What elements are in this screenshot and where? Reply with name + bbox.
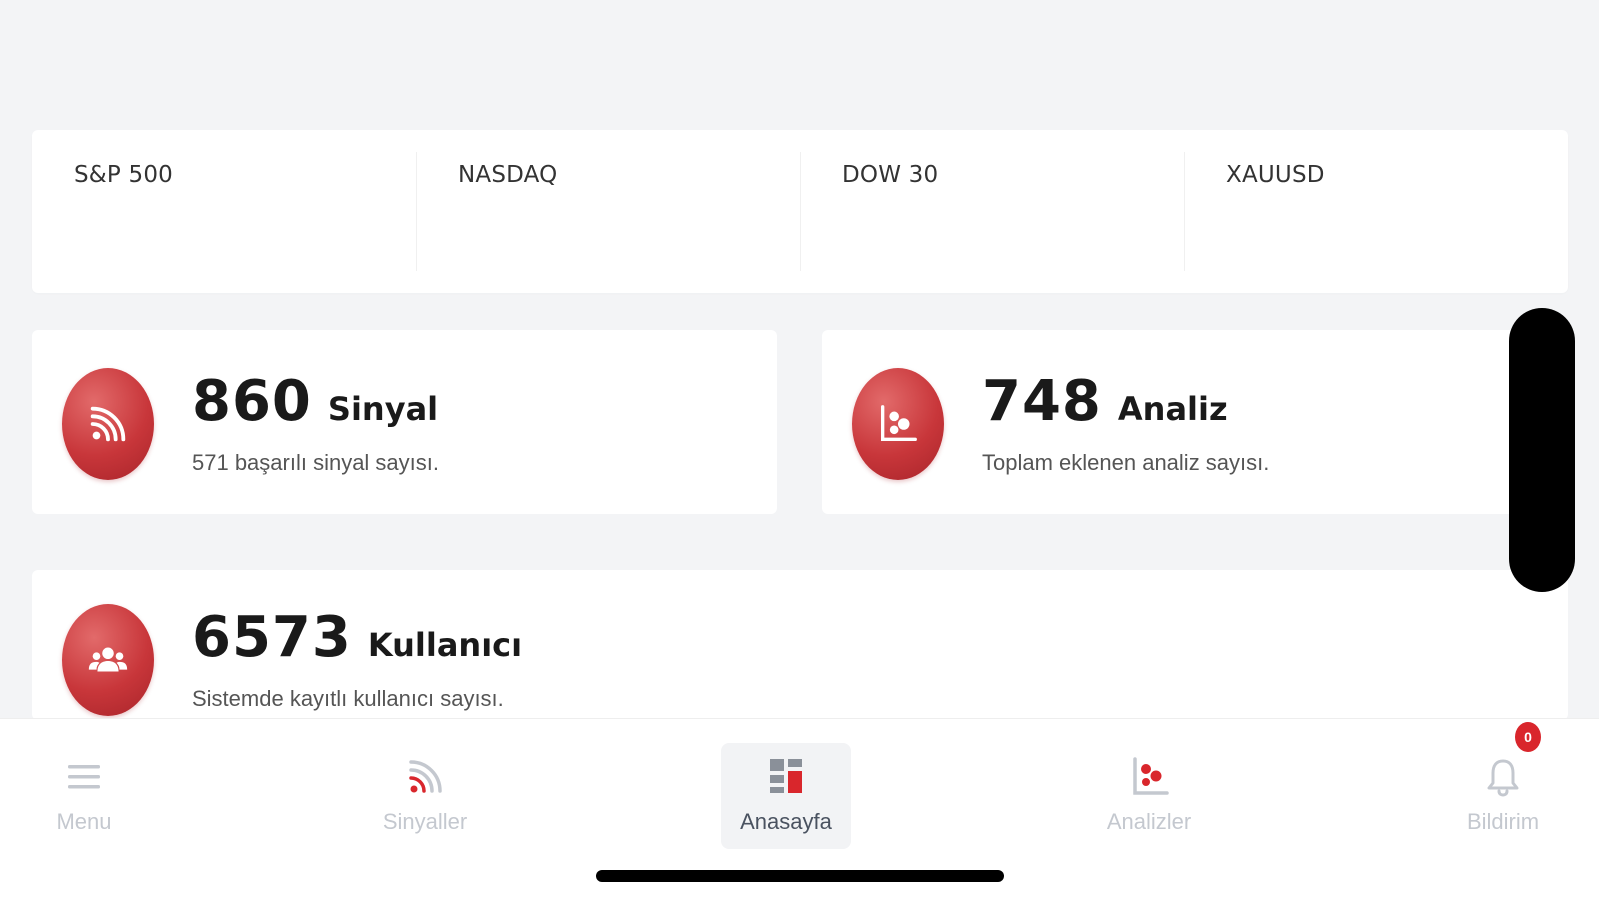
nav-item-home[interactable]: Anasayfa	[721, 743, 851, 849]
ticker-label: XAUUSD	[1226, 162, 1325, 188]
dashboard-icon	[770, 759, 802, 793]
nav-label-home: Anasayfa	[740, 809, 832, 834]
rss-icon	[62, 368, 154, 480]
signal-count: 860	[192, 369, 312, 434]
bell-icon	[1487, 759, 1519, 797]
side-overlay-handle[interactable]	[1509, 308, 1575, 592]
users-subtitle: Sistemde kayıtlı kullanıcı sayısı.	[192, 686, 504, 711]
ticker-item-sp500[interactable]: S&P 500	[32, 130, 416, 293]
nav-item-menu[interactable]: Menu	[19, 743, 149, 849]
hamburger-icon	[68, 765, 100, 789]
rss-icon	[409, 760, 442, 793]
home-indicator[interactable]	[596, 870, 1004, 882]
nav-label-analyses: Analizler	[1106, 809, 1192, 834]
analysis-subtitle: Toplam eklenen analiz sayısı.	[982, 450, 1270, 475]
nav-item-notifications[interactable]: Bildirim	[1438, 743, 1568, 849]
nav-item-signals[interactable]: Sinyaller	[360, 743, 490, 849]
analysis-count: 748	[982, 369, 1102, 434]
ticker-label: NASDAQ	[458, 162, 558, 188]
signal-subtitle: 571 başarılı sinyal sayısı.	[192, 450, 440, 475]
nav-label-notifications: Bildirim	[1466, 809, 1540, 834]
analysis-unit: Analiz	[1117, 390, 1228, 428]
users-icon	[62, 604, 154, 716]
ticker-label: S&P 500	[74, 162, 174, 188]
signal-stat-card[interactable]: 860 Sinyal 571 başarılı sinyal sayısı.	[32, 330, 777, 514]
signal-unit: Sinyal	[327, 390, 439, 428]
users-stat-card[interactable]: 6573 Kullanıcı Sistemde kayıtlı kullanıc…	[32, 570, 1568, 720]
market-ticker-card: S&P 500 NASDAQ DOW 30 XAUUSD	[32, 130, 1568, 293]
nav-label-signals: Sinyaller	[382, 809, 468, 834]
analysis-chart-icon	[1133, 757, 1169, 795]
ticker-item-dow30[interactable]: DOW 30	[800, 130, 1184, 293]
nav-item-analyses[interactable]: Analizler	[1084, 743, 1214, 849]
notification-badge: 0	[1515, 722, 1541, 752]
users-unit: Kullanıcı	[367, 626, 523, 664]
ticker-label: DOW 30	[842, 162, 939, 188]
ticker-item-nasdaq[interactable]: NASDAQ	[416, 130, 800, 293]
users-count: 6573	[192, 605, 352, 670]
analysis-chart-icon	[852, 368, 944, 480]
analysis-stat-card[interactable]: 748 Analiz Toplam eklenen analiz sayısı.	[822, 330, 1568, 514]
ticker-item-xauusd[interactable]: XAUUSD	[1184, 130, 1568, 293]
nav-label-menu: Menu	[56, 809, 112, 834]
